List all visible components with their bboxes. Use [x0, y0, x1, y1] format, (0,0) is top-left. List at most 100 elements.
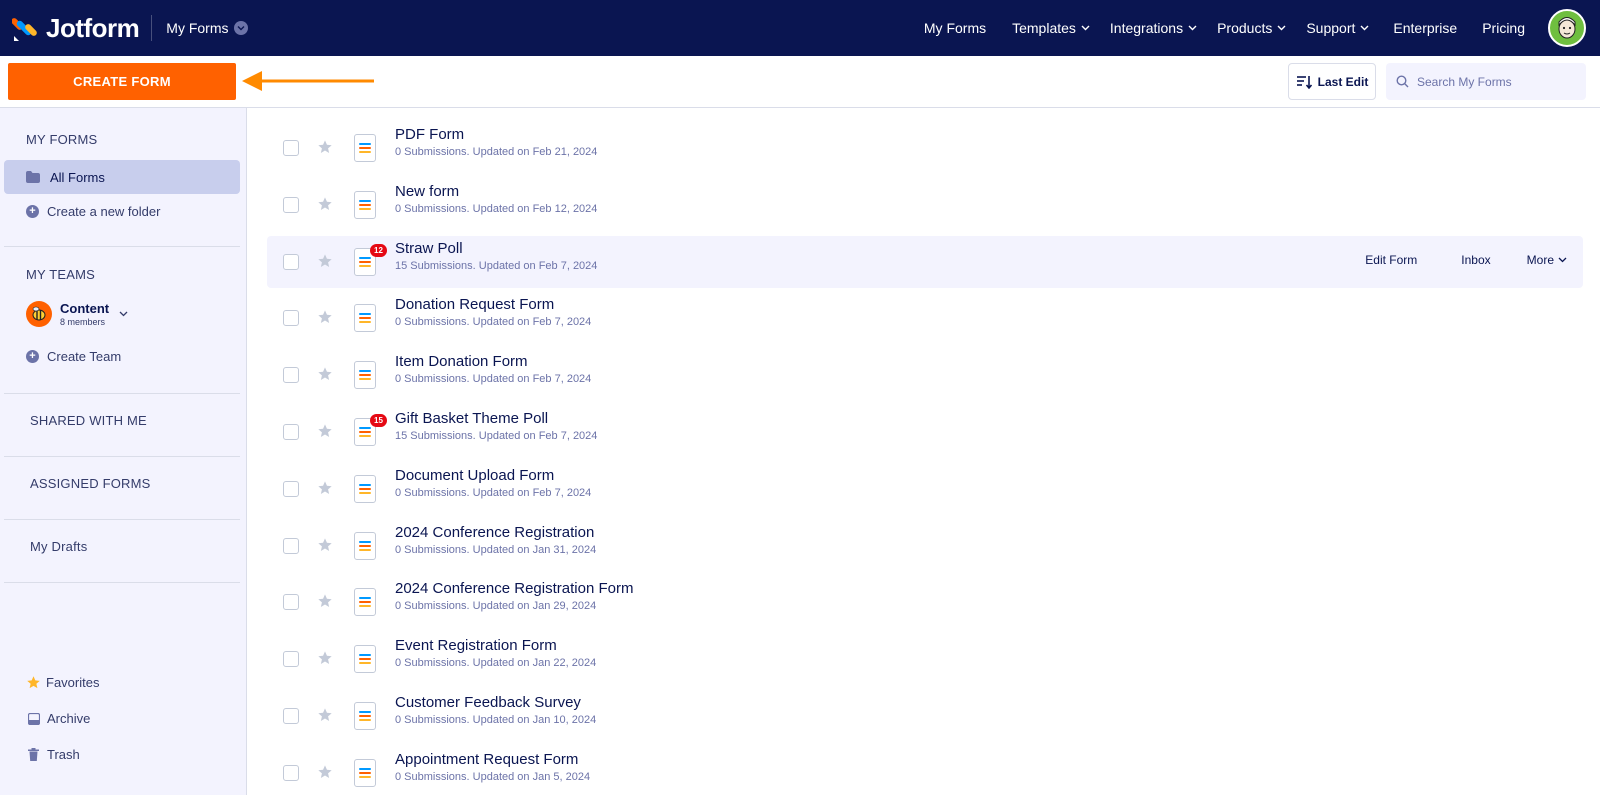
more-button[interactable]: More: [1527, 253, 1567, 267]
search-input[interactable]: [1417, 74, 1577, 89]
chevron-down-icon[interactable]: [119, 311, 128, 317]
edit-form-button[interactable]: Edit Form: [1365, 253, 1417, 267]
sidebar-item-shared-with-me[interactable]: SHARED WITH ME: [30, 413, 147, 428]
form-checkbox[interactable]: [283, 140, 299, 156]
star-icon[interactable]: [317, 139, 333, 160]
form-title[interactable]: Donation Request Form: [395, 296, 554, 313]
form-row[interactable]: Event Registration Form 0 Submissions. Up…: [267, 633, 1583, 685]
form-checkbox[interactable]: [283, 537, 299, 554]
nav-pricing[interactable]: Pricing: [1482, 20, 1525, 36]
forms-toolbar: CREATE FORM Last Edit: [0, 56, 1600, 108]
star-icon[interactable]: [317, 196, 333, 217]
form-meta: 0 Submissions. Updated on Feb 7, 2024: [395, 316, 592, 329]
brand-name: Jotform: [46, 12, 140, 43]
create-folder-button[interactable]: + Create a new folder: [26, 204, 160, 219]
nav-support[interactable]: Support: [1306, 20, 1369, 36]
sidebar-item-assigned-forms[interactable]: ASSIGNED FORMS: [30, 476, 151, 491]
form-checkbox[interactable]: [283, 764, 299, 781]
form-checkbox[interactable]: [283, 424, 299, 440]
inbox-button[interactable]: Inbox: [1461, 253, 1490, 267]
form-row[interactable]: Document Upload Form 0 Submissions. Updat…: [267, 463, 1583, 515]
form-title[interactable]: Customer Feedback Survey: [395, 694, 581, 711]
form-row[interactable]: 2024 Conference Registration Form 0 Submi…: [267, 576, 1583, 628]
nav-enterprise-label: Enterprise: [1393, 20, 1458, 36]
form-title[interactable]: Appointment Request Form: [395, 751, 578, 768]
form-row[interactable]: Appointment Request Form 0 Submissions. U…: [267, 747, 1583, 795]
form-checkbox[interactable]: [283, 367, 299, 384]
form-checkbox[interactable]: [283, 253, 299, 270]
pointer-arrow-icon: [242, 71, 374, 91]
create-team-button[interactable]: + Create Team: [26, 349, 121, 364]
sidebar-item-my-drafts[interactable]: My Drafts: [30, 539, 87, 554]
form-checkbox[interactable]: [283, 594, 299, 611]
create-folder-label: Create a new folder: [47, 204, 161, 219]
star-icon[interactable]: [317, 707, 333, 728]
sort-button[interactable]: Last Edit: [1288, 63, 1376, 100]
form-checkbox[interactable]: [283, 480, 299, 497]
my-forms-heading: MY FORMS: [26, 132, 98, 147]
form-row[interactable]: 12 Straw Poll 15 Submissions. Updated on F…: [267, 235, 1583, 288]
nav-my-forms[interactable]: My Forms: [924, 20, 986, 36]
star-icon[interactable]: [317, 764, 333, 785]
form-title[interactable]: PDF Form: [395, 126, 464, 143]
form-row[interactable]: Customer Feedback Survey 0 Submissions. U…: [267, 690, 1583, 742]
nav-products-label: Products: [1217, 20, 1273, 36]
form-row[interactable]: 2024 Conference Registration 0 Submission…: [267, 520, 1583, 572]
sidebar-item-favorites[interactable]: Favorites: [26, 675, 99, 690]
star-icon[interactable]: [317, 309, 333, 330]
star-icon[interactable]: [317, 366, 333, 387]
sidebar-divider: [4, 246, 240, 247]
my-teams-heading: MY TEAMS: [26, 267, 96, 282]
star-icon[interactable]: [317, 537, 333, 558]
star-icon[interactable]: [317, 593, 333, 614]
nav-support-label: Support: [1306, 20, 1356, 36]
nav-templates[interactable]: Templates: [1012, 20, 1090, 36]
my-forms-dropdown[interactable]: My Forms: [166, 20, 248, 36]
form-row[interactable]: PDF Form 0 Submissions. Updated on Feb 21…: [267, 122, 1583, 174]
form-checkbox[interactable]: [283, 651, 299, 668]
form-checkbox[interactable]: [283, 196, 299, 213]
form-document-icon: [354, 645, 376, 674]
form-row[interactable]: New form 0 Submissions. Updated on Feb 12…: [267, 179, 1583, 231]
user-avatar[interactable]: [1548, 9, 1586, 47]
form-title[interactable]: Straw Poll: [395, 240, 463, 257]
sidebar-item-all-forms[interactable]: All Forms: [4, 160, 240, 194]
star-icon[interactable]: [317, 650, 333, 671]
form-row[interactable]: 15 Gift Basket Theme Poll 15 Submissions. …: [267, 406, 1583, 458]
search-box[interactable]: [1386, 63, 1586, 100]
star-icon[interactable]: [317, 480, 333, 501]
sidebar-item-archive[interactable]: Archive: [28, 711, 90, 726]
form-row[interactable]: Donation Request Form 0 Submissions. Upda…: [267, 292, 1583, 344]
jotform-logo[interactable]: Jotform: [12, 12, 140, 44]
plus-circle-icon: +: [26, 350, 39, 363]
form-meta: 0 Submissions. Updated on Jan 31, 2024: [395, 543, 597, 556]
form-title[interactable]: Item Donation Form: [395, 353, 528, 370]
form-document-icon: [354, 134, 376, 162]
create-form-button[interactable]: CREATE FORM: [8, 63, 236, 100]
form-title[interactable]: Document Upload Form: [395, 467, 554, 484]
search-icon: [1396, 75, 1409, 88]
team-name: Content: [60, 301, 110, 316]
sidebar-item-trash[interactable]: Trash: [28, 747, 80, 762]
nav-enterprise[interactable]: Enterprise: [1393, 20, 1457, 36]
form-document-icon: [354, 361, 376, 390]
form-checkbox[interactable]: [283, 310, 299, 327]
form-title[interactable]: Gift Basket Theme Poll: [395, 410, 548, 427]
form-title[interactable]: Event Registration Form: [395, 637, 557, 654]
nav-templates-label: Templates: [1012, 20, 1076, 36]
favorites-label: Favorites: [46, 675, 100, 690]
my-forms-dropdown-label: My Forms: [166, 20, 229, 36]
form-document-icon: [354, 758, 376, 787]
team-item-content[interactable]: Content 8 members: [26, 301, 128, 328]
form-title[interactable]: 2024 Conference Registration Form: [395, 580, 633, 597]
form-document-icon: [354, 531, 376, 560]
form-title[interactable]: 2024 Conference Registration: [395, 524, 594, 541]
form-checkbox[interactable]: [283, 708, 299, 724]
nav-integrations[interactable]: Integrations: [1110, 20, 1197, 36]
star-icon[interactable]: [317, 423, 333, 444]
sidebar-divider: [4, 393, 240, 394]
form-row[interactable]: Item Donation Form 0 Submissions. Updated…: [267, 349, 1583, 401]
star-icon[interactable]: [317, 253, 333, 274]
form-title[interactable]: New form: [395, 183, 459, 200]
nav-products[interactable]: Products: [1217, 20, 1286, 36]
